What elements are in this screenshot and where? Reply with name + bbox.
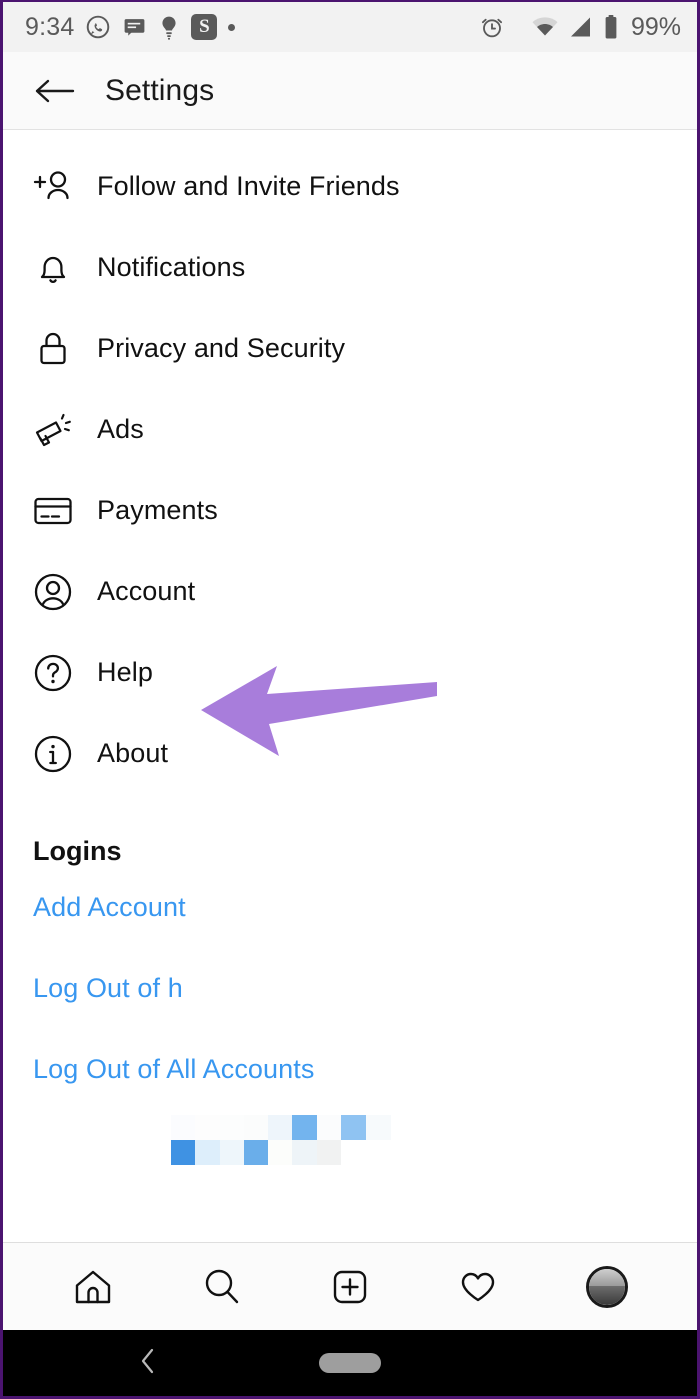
avatar [585, 1265, 628, 1308]
log-out-all-label: Log Out of All Accounts [33, 1054, 315, 1084]
alarm-icon [479, 14, 505, 40]
system-home-pill[interactable] [319, 1353, 381, 1373]
s-app-icon: S [191, 14, 218, 40]
mosaic-cell [268, 1140, 293, 1165]
avatar-top [588, 1268, 625, 1286]
bottom-navigation-bar [3, 1242, 697, 1330]
battery-percent: 99% [630, 12, 681, 41]
person-add-icon [31, 165, 75, 209]
mosaic-cell [195, 1140, 220, 1165]
message-icon [122, 15, 147, 40]
mosaic-cell [316, 1115, 341, 1140]
settings-row-payments[interactable]: Payments [3, 470, 697, 551]
signal-icon [569, 16, 593, 38]
log-out-user-label: Log Out of h [33, 973, 183, 1003]
mosaic-cell [171, 1115, 196, 1140]
settings-row-label: Ads [97, 414, 144, 444]
battery-icon [603, 14, 619, 40]
credit-card-icon [31, 489, 75, 533]
settings-row-notifications[interactable]: Notifications [3, 227, 697, 308]
mosaic-cell [243, 1140, 269, 1165]
dot-icon [228, 23, 236, 31]
settings-row-label: Notifications [97, 252, 246, 282]
mosaic-cell [268, 1115, 293, 1140]
mosaic-cell [292, 1115, 317, 1140]
mosaic-cell [219, 1140, 244, 1165]
lock-icon [31, 327, 75, 371]
heart-icon[interactable] [446, 1255, 510, 1319]
status-bar-right: 99% [479, 13, 681, 42]
mosaic-cell [171, 1140, 196, 1165]
question-circle-icon [31, 651, 75, 695]
logins-section-title: Logins [33, 836, 122, 866]
settings-row-label: Privacy and Security [97, 333, 346, 363]
system-back-icon[interactable] [135, 1343, 161, 1384]
settings-row-label: Account [97, 576, 196, 606]
status-bar-left: 9:34 S [25, 12, 236, 42]
bulb-icon [158, 15, 180, 40]
log-out-all-accounts-link[interactable]: Log Out of All Accounts [3, 1029, 697, 1110]
settings-row-label: Help [97, 657, 153, 687]
settings-row-label: Follow and Invite Friends [97, 171, 400, 201]
status-bar: 9:34 S 99% [3, 2, 697, 52]
settings-row-label: Payments [97, 495, 218, 525]
mosaic-cell [195, 1115, 220, 1140]
censored-username-mosaic-extra [341, 1115, 391, 1140]
mosaic-cell [243, 1115, 269, 1140]
megaphone-icon [31, 408, 75, 452]
add-account-link[interactable]: Add Account [3, 867, 697, 948]
back-arrow-icon[interactable] [27, 63, 83, 119]
profile-avatar[interactable] [575, 1255, 639, 1319]
search-icon[interactable] [190, 1255, 254, 1319]
avatar-bottom [588, 1285, 625, 1305]
annotation-arrow-icon [199, 658, 439, 768]
settings-content: Follow and Invite Friends Notifications … [3, 130, 697, 1242]
system-navigation-bar [3, 1330, 697, 1396]
status-clock: 9:34 [25, 12, 75, 41]
settings-row-follow-invite-friends[interactable]: Follow and Invite Friends [3, 146, 697, 227]
info-circle-icon [31, 732, 75, 776]
whatsapp-icon [85, 14, 111, 40]
home-icon[interactable] [61, 1255, 125, 1319]
settings-row-privacy-security[interactable]: Privacy and Security [3, 308, 697, 389]
log-out-user-link[interactable]: Log Out of h [3, 948, 697, 1029]
mosaic-cell [292, 1140, 317, 1165]
page-title: Settings [105, 73, 215, 107]
mosaic-cell [366, 1115, 391, 1140]
add-post-icon[interactable] [318, 1255, 382, 1319]
settings-row-ads[interactable]: Ads [3, 389, 697, 470]
phone-screen: 9:34 S 99% Settings Follow and Invite Fr… [0, 0, 700, 1399]
mosaic-cell [219, 1115, 244, 1140]
account-circle-icon [31, 570, 75, 614]
bell-icon [31, 246, 75, 290]
app-header: Settings [3, 52, 697, 130]
settings-row-account[interactable]: Account [3, 551, 697, 632]
wifi-icon [531, 16, 559, 38]
settings-row-label: About [97, 738, 169, 768]
add-account-label: Add Account [33, 892, 186, 922]
censored-username-mosaic [171, 1115, 341, 1165]
mosaic-cell [341, 1115, 366, 1140]
mosaic-cell [316, 1140, 341, 1165]
